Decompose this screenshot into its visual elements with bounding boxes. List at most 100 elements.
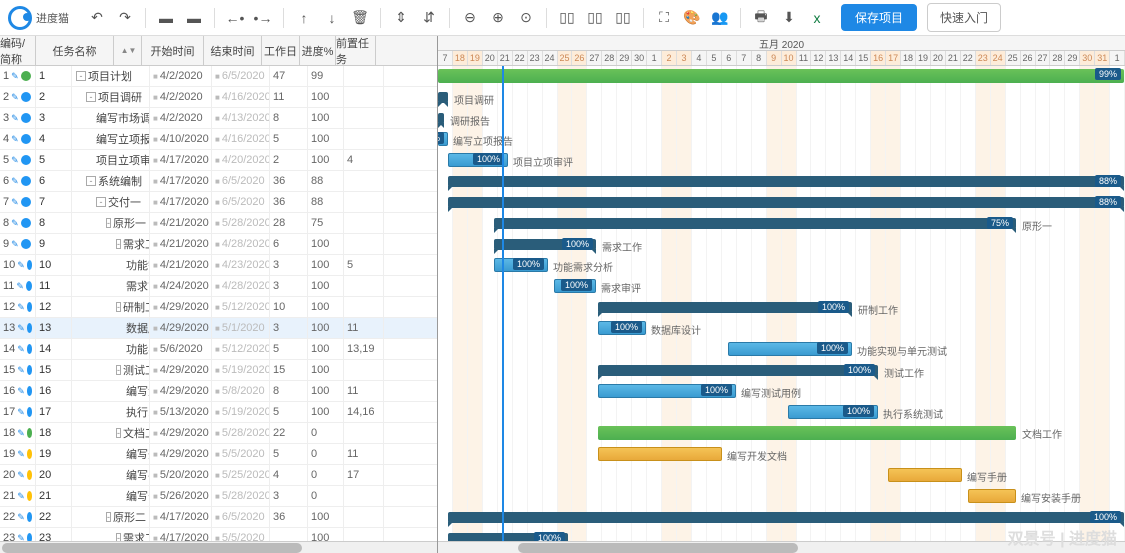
task-row[interactable]: 13 ✎ 13数据库设计■4/29/2020■5/1/2020310011 bbox=[0, 318, 437, 339]
gantt-bar[interactable]: 100%执行系统测试 bbox=[788, 405, 878, 419]
gantt-hscroll[interactable] bbox=[438, 541, 1125, 553]
gantt-bar[interactable]: 编写手册 bbox=[888, 468, 962, 482]
print-icon[interactable]: 🖶 bbox=[749, 6, 773, 30]
expand-icon[interactable]: - bbox=[76, 71, 86, 81]
save-project-button[interactable]: 保存项目 bbox=[841, 4, 917, 31]
edit-icon[interactable]: ✎ bbox=[17, 491, 25, 502]
task-row[interactable]: 15 ✎ 15-测试工作■4/29/2020■5/19/202015100 bbox=[0, 360, 437, 381]
move-down-icon[interactable]: ↓ bbox=[320, 6, 344, 30]
gantt-bar[interactable]: 文档工作 bbox=[598, 426, 1016, 440]
gantt-bar[interactable]: 100%需求审评 bbox=[554, 279, 596, 293]
view1-icon[interactable]: ▯▯ bbox=[555, 6, 579, 30]
expand-icon[interactable]: - bbox=[116, 302, 121, 312]
gantt-bar[interactable]: 100%编写测试用例 bbox=[598, 384, 736, 398]
view2-icon[interactable]: ▯▯ bbox=[583, 6, 607, 30]
edit-icon[interactable]: ✎ bbox=[17, 344, 25, 355]
zoom-in-icon[interactable]: ⊕ bbox=[486, 6, 510, 30]
edit-icon[interactable]: ✎ bbox=[17, 386, 25, 397]
delete-icon[interactable]: 🗑 bbox=[348, 6, 372, 30]
quick-start-button[interactable]: 快速入门 bbox=[927, 3, 1001, 32]
undo-icon[interactable]: ↶ bbox=[85, 6, 109, 30]
edit-icon[interactable]: ✎ bbox=[17, 428, 25, 439]
expand-icon[interactable]: - bbox=[96, 197, 106, 207]
edit-icon[interactable]: ✎ bbox=[17, 302, 25, 313]
task-row[interactable]: 2 ✎ 2-项目调研■4/2/2020■4/16/202011100 bbox=[0, 87, 437, 108]
col-sort[interactable]: ▲▼ bbox=[114, 36, 142, 65]
gantt-bar[interactable]: 100% bbox=[448, 533, 568, 541]
col-number[interactable]: 编码/简称 bbox=[0, 36, 36, 65]
task-row[interactable]: 11 ✎ 11需求审评■4/24/2020■4/28/20203100 bbox=[0, 276, 437, 297]
fit-icon[interactable]: ⊙ bbox=[514, 6, 538, 30]
expand-icon[interactable]: - bbox=[116, 533, 121, 541]
palette-icon[interactable]: 🎨 bbox=[680, 6, 704, 30]
gantt-bar[interactable]: 100% bbox=[448, 512, 1124, 523]
edit-icon[interactable]: ✎ bbox=[11, 218, 19, 229]
gantt-bar[interactable]: 75%原形一 bbox=[494, 218, 1016, 229]
col-days[interactable]: 工作日 bbox=[262, 36, 300, 65]
gantt-bar[interactable]: 100%研制工作 bbox=[598, 302, 852, 313]
task-row[interactable]: 16 ✎ 16编写测试用例■4/29/2020■5/8/2020810011 bbox=[0, 381, 437, 402]
gantt-bar[interactable]: 100%测试工作 bbox=[598, 365, 878, 376]
left-align-icon[interactable]: ←• bbox=[223, 6, 247, 30]
expand-icon[interactable]: - bbox=[86, 92, 96, 102]
gantt-bar[interactable]: 编写安装手册 bbox=[968, 489, 1016, 503]
edit-icon[interactable]: ✎ bbox=[17, 470, 25, 481]
edit-icon[interactable]: ✎ bbox=[17, 533, 25, 542]
edit-icon[interactable]: ✎ bbox=[11, 176, 19, 187]
collapse-all-icon[interactable]: ⇵ bbox=[417, 6, 441, 30]
edit-icon[interactable]: ✎ bbox=[11, 92, 19, 103]
edit-icon[interactable]: ✎ bbox=[11, 239, 19, 250]
grid-body[interactable]: 1 ✎ 1-项目计划■4/2/2020■6/5/202047992 ✎ 2-项目… bbox=[0, 66, 437, 541]
gantt-body[interactable]: 99%项目调研调研报告100%编写立项报告100%项目立项审评88%88%75%… bbox=[438, 66, 1125, 541]
gantt-bar[interactable]: 100%数据库设计 bbox=[598, 321, 646, 335]
task-row[interactable]: 22 ✎ 22-原形二■4/17/2020■6/5/202036100 bbox=[0, 507, 437, 528]
col-end[interactable]: 结束时间 bbox=[204, 36, 262, 65]
task-row[interactable]: 14 ✎ 14功能实现与单■5/6/2020■5/12/2020510013,1… bbox=[0, 339, 437, 360]
move-up-icon[interactable]: ↑ bbox=[292, 6, 316, 30]
task-row[interactable]: 10 ✎ 10功能需求分析■4/21/2020■4/23/202031005 bbox=[0, 255, 437, 276]
fullscreen-icon[interactable]: ⛶ bbox=[652, 6, 676, 30]
right-align-icon[interactable]: •→ bbox=[251, 6, 275, 30]
task-row[interactable]: 17 ✎ 17执行系统测试■5/13/2020■5/19/2020510014,… bbox=[0, 402, 437, 423]
gantt-bar[interactable]: 100%项目立项审评 bbox=[448, 153, 508, 167]
outdent-icon[interactable]: ▬ bbox=[154, 6, 178, 30]
grid-hscroll[interactable] bbox=[0, 541, 437, 553]
gantt-bar[interactable]: 100%编写立项报告 bbox=[438, 132, 448, 146]
col-task[interactable]: 任务名称 bbox=[36, 36, 114, 65]
edit-icon[interactable]: ✎ bbox=[11, 71, 19, 82]
zoom-out-icon[interactable]: ⊖ bbox=[458, 6, 482, 30]
edit-icon[interactable]: ✎ bbox=[11, 134, 19, 145]
gantt-bar[interactable]: 调研报告 bbox=[438, 113, 444, 124]
task-row[interactable]: 12 ✎ 12-研制工作■4/29/2020■5/12/202010100 bbox=[0, 297, 437, 318]
task-row[interactable]: 18 ✎ 18-文档工作■4/29/2020■5/28/2020220 bbox=[0, 423, 437, 444]
task-row[interactable]: 1 ✎ 1-项目计划■4/2/2020■6/5/20204799 bbox=[0, 66, 437, 87]
excel-icon[interactable]: x bbox=[805, 6, 829, 30]
expand-icon[interactable]: - bbox=[116, 428, 121, 438]
edit-icon[interactable]: ✎ bbox=[17, 323, 25, 334]
expand-all-icon[interactable]: ⇕ bbox=[389, 6, 413, 30]
expand-icon[interactable]: - bbox=[116, 365, 121, 375]
gantt-bar[interactable]: 编写开发文档 bbox=[598, 447, 722, 461]
task-row[interactable]: 19 ✎ 19编写开发文档■4/29/2020■5/5/20205011 bbox=[0, 444, 437, 465]
expand-icon[interactable]: - bbox=[106, 512, 111, 522]
edit-icon[interactable]: ✎ bbox=[16, 281, 24, 292]
gantt-bar[interactable]: 99% bbox=[438, 69, 1124, 83]
edit-icon[interactable]: ✎ bbox=[17, 260, 25, 271]
edit-icon[interactable]: ✎ bbox=[17, 512, 25, 523]
gantt-bar[interactable]: 项目调研 bbox=[438, 92, 448, 103]
edit-icon[interactable]: ✎ bbox=[11, 197, 19, 208]
task-row[interactable]: 4 ✎ 4编写立项报告■4/10/2020■4/16/20205100 bbox=[0, 129, 437, 150]
download-icon[interactable]: ⬇ bbox=[777, 6, 801, 30]
edit-icon[interactable]: ✎ bbox=[11, 113, 19, 124]
col-start[interactable]: 开始时间 bbox=[142, 36, 204, 65]
expand-icon[interactable]: - bbox=[116, 239, 121, 249]
edit-icon[interactable]: ✎ bbox=[11, 155, 19, 166]
task-row[interactable]: 3 ✎ 3编写市场调研报告■4/2/2020■4/13/20208100 bbox=[0, 108, 437, 129]
task-row[interactable]: 7 ✎ 7-交付一■4/17/2020■6/5/20203688 bbox=[0, 192, 437, 213]
expand-icon[interactable]: - bbox=[86, 176, 96, 186]
task-row[interactable]: 8 ✎ 8-原形一■4/21/2020■5/28/20202875 bbox=[0, 213, 437, 234]
gantt-bar[interactable]: 88% bbox=[448, 176, 1124, 187]
edit-icon[interactable]: ✎ bbox=[17, 407, 25, 418]
gantt-bar[interactable]: 100%功能实现与单元测试 bbox=[728, 342, 852, 356]
task-row[interactable]: 5 ✎ 5项目立项审评■4/17/2020■4/20/202021004 bbox=[0, 150, 437, 171]
